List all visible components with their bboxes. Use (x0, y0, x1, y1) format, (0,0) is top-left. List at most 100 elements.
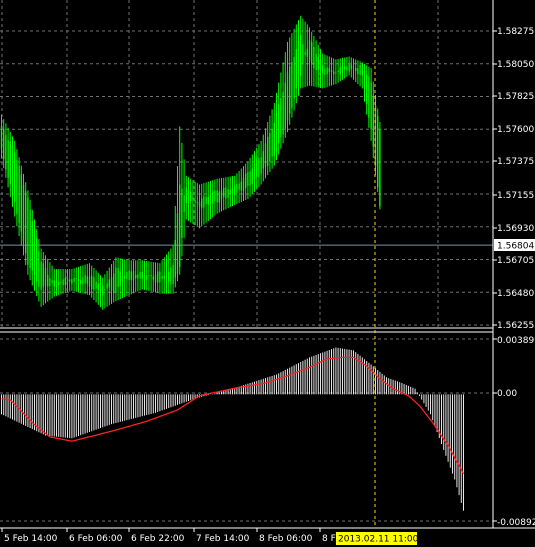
candle-body (29, 209, 31, 269)
candle (121, 258, 124, 299)
candle-body (172, 264, 174, 284)
candle-body (135, 274, 137, 279)
candle-body (247, 172, 249, 186)
candle-body (236, 183, 238, 193)
candle-body (60, 281, 62, 284)
candle (99, 275, 102, 308)
candle-body (95, 281, 97, 289)
price-tick: 1.57155 (493, 191, 534, 201)
candle-body (322, 65, 324, 74)
candle-body (115, 267, 117, 292)
candle (102, 277, 104, 310)
candle (346, 56, 348, 77)
candle-body (326, 67, 328, 75)
candle (372, 81, 374, 158)
candle-body (368, 76, 370, 118)
candle-body (302, 43, 304, 65)
candle-body (333, 71, 335, 74)
candle (333, 58, 335, 85)
candle (25, 182, 27, 266)
candle-body (181, 188, 183, 238)
candle (86, 263, 88, 295)
candle (236, 173, 238, 204)
candle-body (315, 53, 317, 71)
candle-body (350, 64, 352, 69)
candle (306, 24, 308, 87)
candle (60, 268, 62, 295)
candle-body (267, 136, 269, 166)
candle (22, 173, 25, 256)
candle (137, 260, 139, 292)
candle (80, 266, 82, 293)
candle (198, 184, 201, 229)
candle-body (207, 197, 209, 205)
candle (304, 21, 306, 88)
candle-body (124, 275, 126, 279)
candle (106, 270, 108, 307)
candle (150, 261, 152, 292)
candle-body (53, 280, 55, 287)
price-tick-label: 1.56930 (497, 224, 534, 234)
candle-body (40, 261, 42, 290)
candle (251, 154, 253, 195)
candle (319, 49, 322, 89)
candle-body (304, 51, 306, 55)
price-tick-label: 1.56705 (497, 256, 534, 266)
candle (163, 257, 165, 294)
candle-body (42, 263, 44, 287)
terminal-chart-window[interactable]: 1.58275 1.58050 1.57825 1.57600 1.57375 … (0, 0, 535, 547)
candle (300, 15, 302, 89)
candle-body (64, 277, 66, 286)
candle-body (295, 48, 297, 89)
candle-body (77, 279, 80, 281)
candle (62, 268, 64, 294)
price-tick: 1.56705 (493, 256, 534, 266)
candle (337, 58, 339, 83)
candle (262, 134, 264, 182)
candle-body (291, 61, 293, 108)
price-tick: 1.56930 (493, 224, 534, 234)
candle-body (55, 280, 58, 288)
candle (361, 62, 363, 89)
candle (82, 265, 84, 294)
candle-body (220, 190, 223, 200)
price-tick-label: 1.57155 (497, 191, 534, 201)
candle (302, 18, 304, 88)
candle (284, 52, 286, 138)
candle (38, 238, 40, 302)
candle-body (271, 129, 273, 157)
candle (124, 259, 126, 298)
candle-body (168, 272, 170, 282)
candle (216, 178, 218, 214)
candle (194, 181, 196, 226)
candle (341, 57, 344, 80)
candle (170, 248, 172, 294)
candle-body (47, 274, 49, 287)
price-tick: 1.56480 (493, 289, 534, 299)
candle (172, 245, 174, 294)
candle (135, 260, 137, 293)
candle (91, 265, 93, 298)
candle (377, 108, 379, 193)
price-tick-label: 1.57600 (497, 125, 534, 135)
candle (55, 268, 58, 296)
candle (7, 127, 9, 188)
candle-body (161, 275, 163, 280)
candle (119, 258, 121, 300)
candle-body (102, 285, 104, 296)
candle-body (348, 64, 350, 72)
candle-body (97, 283, 99, 290)
candle (220, 178, 223, 212)
price-tick-label: 1.58050 (497, 60, 534, 70)
candle (73, 268, 75, 292)
candle (328, 56, 330, 87)
candle-body (11, 145, 14, 192)
candle (227, 176, 229, 209)
candle-body (16, 160, 18, 214)
candle-body (370, 82, 372, 130)
candle-body (113, 273, 115, 293)
candle-body (212, 191, 214, 204)
candle (357, 60, 359, 85)
candle (88, 263, 91, 296)
price-tick-label: 1.56480 (497, 289, 534, 299)
